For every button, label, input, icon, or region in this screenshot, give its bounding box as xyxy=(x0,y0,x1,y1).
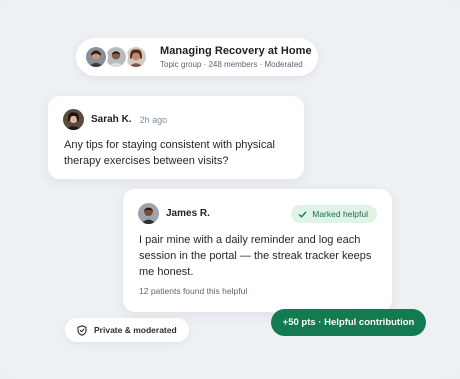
points-label: +50 pts · Helpful contribution xyxy=(282,317,415,328)
group-title: Managing Recovery at Home xyxy=(160,45,312,57)
privacy-label: Private & moderated xyxy=(94,325,177,335)
member-avatars xyxy=(84,45,150,69)
marked-helpful-badge: Marked helpful xyxy=(291,205,377,223)
privacy-badge: Private & moderated xyxy=(65,318,189,342)
post-timestamp: 2h ago xyxy=(139,114,168,125)
avatar[interactable] xyxy=(63,109,84,130)
helpful-count: 12 patients found this helpful xyxy=(139,286,248,296)
avatar xyxy=(84,45,108,69)
avatar[interactable] xyxy=(138,203,159,224)
check-icon xyxy=(298,210,307,218)
badge-label: Marked helpful xyxy=(312,209,368,219)
post-body: Any tips for staying consistent with phy… xyxy=(64,139,275,167)
post-author[interactable]: Sarah K. xyxy=(91,114,132,125)
post-body: I pair mine with a daily reminder and lo… xyxy=(139,234,372,278)
post-author[interactable]: James R. xyxy=(166,208,210,219)
app-canvas: Managing Recovery at Home Topic group · … xyxy=(0,0,460,379)
answer-post-card[interactable]: James R. Marked helpful I pair mine with… xyxy=(123,189,392,312)
group-meta: Topic group · 248 members · Moderated xyxy=(160,60,303,69)
question-post-card[interactable]: Sarah K. 2h ago Any tips for staying con… xyxy=(48,96,304,179)
group-header[interactable]: Managing Recovery at Home Topic group · … xyxy=(76,38,318,76)
shield-check-icon xyxy=(77,324,87,336)
points-reward-badge: +50 pts · Helpful contribution xyxy=(271,309,426,336)
